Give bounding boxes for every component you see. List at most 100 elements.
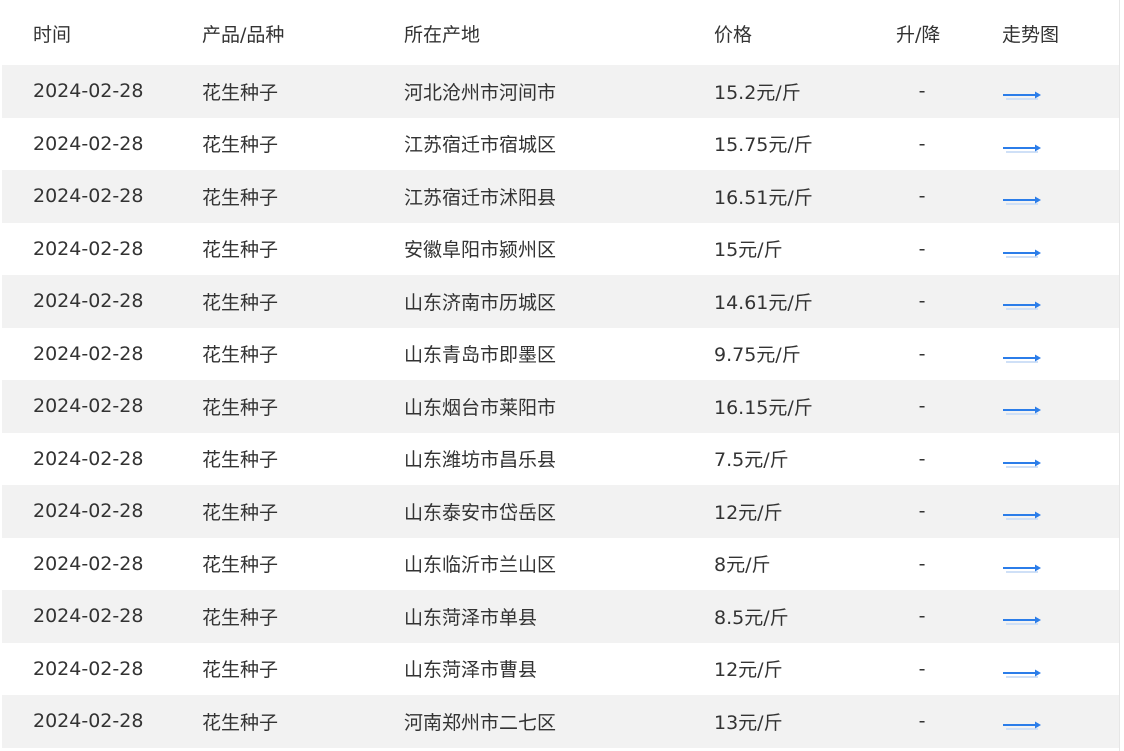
trend-chart-link[interactable] (1002, 716, 1042, 731)
right-arrow-icon (1003, 564, 1041, 573)
row-origin: 山东菏泽市曹县 (404, 659, 538, 682)
row-change: - (918, 447, 926, 470)
row-change: - (918, 185, 926, 208)
row-change: - (918, 237, 926, 260)
right-arrow-icon (1003, 669, 1041, 678)
row-date: 2024-02-28 (33, 552, 144, 575)
row-date: 2024-02-28 (33, 185, 144, 208)
row-origin: 山东菏泽市单县 (404, 606, 538, 629)
row-origin: 山东烟台市莱阳市 (404, 396, 557, 419)
table-row: 2024-02-28 花生种子 山东菏泽市单县 8.5元/斤 - (2, 590, 1119, 643)
row-trend (1002, 643, 1042, 696)
row-trend (1002, 695, 1042, 748)
trend-chart-link[interactable] (1002, 86, 1042, 101)
row-origin: 山东青岛市即墨区 (404, 344, 557, 367)
table-body: 2024-02-28 花生种子 河北沧州市河间市 15.2元/斤 -2024-02-28… (2, 65, 1119, 748)
row-change: - (918, 395, 926, 418)
row-change: - (918, 710, 926, 733)
price-table: 时间 产品/品种 所在产地 价格 升/降 走势图 2024-02-28 花生种子 河… (2, 0, 1120, 751)
row-date: 2024-02-28 (33, 605, 144, 628)
header-price: 价格 (714, 24, 753, 46)
right-arrow-icon (1003, 721, 1041, 731)
right-arrow-icon (1003, 406, 1041, 416)
row-product: 花生种子 (202, 711, 279, 734)
trend-chart-link[interactable] (1002, 349, 1042, 363)
row-trend (1002, 433, 1042, 486)
trend-chart-link[interactable] (1002, 454, 1042, 468)
row-price: 12元/斤 (714, 501, 783, 524)
row-change: - (918, 657, 926, 680)
row-price: 15.2元/斤 (714, 81, 801, 104)
table-row: 2024-02-28 花生种子 山东济南市历城区 14.61元/斤 - (2, 275, 1119, 328)
row-product: 花生种子 (202, 659, 279, 682)
table-row: 2024-02-28 花生种子 河南郑州市二七区 13元/斤 - (2, 695, 1119, 748)
table-row: 2024-02-28 花生种子 山东泰安市岱岳区 12元/斤 - (2, 485, 1119, 538)
right-arrow-icon (1003, 354, 1041, 363)
row-product: 花生种子 (202, 134, 279, 157)
row-price: 13元/斤 (714, 711, 783, 734)
row-date: 2024-02-28 (33, 710, 144, 733)
row-product: 花生种子 (202, 81, 279, 104)
row-date: 2024-02-28 (33, 290, 144, 313)
trend-chart-link[interactable] (1002, 296, 1042, 311)
row-change: - (918, 80, 926, 103)
row-trend (1002, 590, 1042, 643)
table-row: 2024-02-28 花生种子 山东青岛市即墨区 9.75元/斤 - (2, 327, 1119, 381)
row-date: 2024-02-28 (33, 342, 144, 365)
row-origin: 安徽阜阳市颍州区 (404, 239, 557, 262)
row-origin: 河北沧州市河间市 (404, 81, 557, 104)
row-trend (1002, 170, 1042, 223)
row-date: 2024-02-28 (33, 395, 144, 418)
row-date: 2024-02-28 (33, 132, 144, 155)
right-arrow-icon (1003, 196, 1041, 206)
right-arrow-icon (1003, 144, 1041, 153)
table-row: 2024-02-28 花生种子 安徽阜阳市颍州区 15元/斤 - (2, 222, 1119, 276)
table-header: 时间 产品/品种 所在产地 价格 升/降 走势图 (2, 0, 1119, 65)
row-origin: 山东济南市历城区 (404, 291, 557, 314)
table-row: 2024-02-28 花生种子 山东烟台市莱阳市 16.15元/斤 - (2, 380, 1119, 433)
row-trend (1002, 380, 1042, 433)
row-price: 12元/斤 (714, 659, 783, 682)
trend-chart-link[interactable] (1002, 401, 1042, 416)
row-price: 9.75元/斤 (714, 344, 801, 367)
trend-chart-link[interactable] (1002, 559, 1042, 573)
trend-chart-link[interactable] (1002, 139, 1042, 153)
row-trend (1002, 485, 1042, 538)
row-origin: 江苏宿迁市宿城区 (404, 134, 557, 157)
row-origin: 山东潍坊市昌乐县 (404, 449, 557, 472)
row-trend (1002, 275, 1042, 328)
trend-chart-link[interactable] (1002, 506, 1042, 521)
row-trend (1002, 65, 1042, 118)
row-price: 7.5元/斤 (714, 449, 789, 472)
row-change: - (918, 132, 926, 155)
trend-chart-link[interactable] (1002, 244, 1042, 258)
table-row: 2024-02-28 花生种子 山东潍坊市昌乐县 7.5元/斤 - (2, 432, 1119, 486)
trend-chart-link[interactable] (1002, 611, 1042, 626)
row-trend (1002, 328, 1042, 381)
row-price: 16.15元/斤 (714, 396, 813, 419)
header-change: 升/降 (896, 24, 941, 46)
row-origin: 江苏宿迁市沭阳县 (404, 186, 557, 209)
right-arrow-icon (1003, 249, 1041, 258)
row-change: - (918, 342, 926, 365)
row-date: 2024-02-28 (33, 80, 144, 103)
row-product: 花生种子 (202, 291, 279, 314)
table-row: 2024-02-28 花生种子 江苏宿迁市宿城区 15.75元/斤 - (2, 117, 1119, 170)
table-row: 2024-02-28 花生种子 江苏宿迁市沭阳县 16.51元/斤 - (2, 170, 1119, 223)
header-date: 时间 (33, 24, 72, 46)
row-change: - (918, 605, 926, 628)
trend-chart-link[interactable] (1002, 664, 1042, 678)
row-date: 2024-02-28 (33, 657, 144, 680)
row-change: - (918, 290, 926, 313)
row-trend (1002, 223, 1042, 276)
row-price: 16.51元/斤 (714, 186, 813, 209)
row-price: 15元/斤 (714, 239, 783, 262)
trend-chart-link[interactable] (1002, 191, 1042, 206)
row-price: 8.5元/斤 (714, 606, 789, 629)
row-product: 花生种子 (202, 344, 279, 367)
row-price: 8元/斤 (714, 554, 771, 577)
right-arrow-icon (1003, 511, 1041, 521)
row-price: 14.61元/斤 (714, 291, 813, 314)
row-date: 2024-02-28 (33, 237, 144, 260)
row-product: 花生种子 (202, 449, 279, 472)
